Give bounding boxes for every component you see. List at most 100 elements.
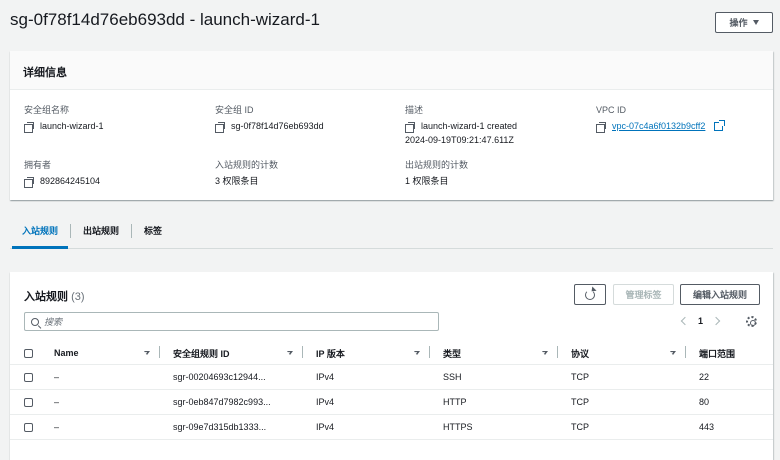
field-label: 安全组 ID — [215, 105, 254, 115]
copy-icon[interactable] — [24, 122, 34, 133]
cell-port: 80 — [699, 389, 773, 415]
col-label: 协议 — [571, 348, 590, 359]
col-divider — [302, 343, 316, 365]
field-label: 安全组名称 — [24, 105, 70, 115]
cell-port: 443 — [699, 414, 773, 440]
row-select-cell — [10, 389, 54, 415]
select-all-checkbox[interactable] — [24, 349, 33, 359]
field-inbound-count: 入站规则的计数 3 权限条目 — [215, 159, 278, 188]
field-sg-id: 安全组 ID sg-0f78f14d76eb693dd — [215, 104, 324, 133]
col-header-type[interactable]: 类型 — [443, 343, 557, 365]
col-label: Name — [54, 348, 79, 359]
cell-spacer — [557, 364, 571, 390]
cell-spacer — [429, 364, 443, 390]
column-divider — [429, 346, 430, 359]
field-sg-name: 安全组名称 launch-wizard-1 — [24, 104, 104, 133]
sort-icon — [670, 351, 676, 356]
col-header-rule-id[interactable]: 安全组规则 ID — [173, 343, 302, 365]
cell-spacer — [685, 414, 699, 440]
cell-spacer — [302, 389, 316, 415]
table-row[interactable]: – sgr-09e7d315db1333... IPv4 HTTPS TCP 4… — [10, 414, 773, 440]
field-value: 1 权限条目 — [405, 176, 449, 186]
actions-label: 操作 — [729, 18, 748, 28]
sort-icon — [414, 351, 420, 356]
col-label: 安全组规则 ID — [173, 348, 230, 359]
cell-spacer — [557, 389, 571, 415]
vpc-id-link[interactable]: vpc-07c4a6f0132b9cff2 — [612, 120, 705, 133]
row-checkbox[interactable] — [24, 372, 33, 382]
cell-name: – — [54, 389, 159, 415]
cell-rule-id: sgr-0eb847d7982c993... — [173, 389, 302, 415]
cell-spacer — [557, 414, 571, 440]
field-value: 3 权限条目 — [215, 176, 259, 186]
rules-table: Name 安全组规则 ID IP 版本 类型 协议 端口范围 – sgr-002… — [10, 343, 773, 440]
field-label: 描述 — [405, 105, 424, 115]
cell-spacer — [429, 389, 443, 415]
col-header-name[interactable]: Name — [54, 343, 159, 365]
field-value: sg-0f78f14d76eb693dd — [231, 121, 324, 131]
col-header-port-range[interactable]: 端口范围 — [699, 343, 773, 365]
tab-inbound-rules[interactable]: 入站规则 — [10, 212, 70, 249]
row-checkbox[interactable] — [24, 397, 33, 407]
table-row[interactable]: – sgr-0eb847d7982c993... IPv4 HTTP TCP 8… — [10, 389, 773, 415]
rules-title: 入站规则 (3) — [24, 288, 85, 304]
row-select-cell — [10, 364, 54, 390]
caret-down-icon — [752, 20, 759, 25]
cell-name: – — [54, 414, 159, 440]
cell-type: HTTP — [443, 389, 557, 415]
tab-bar: 入站规则 出站规则 标签 — [10, 212, 773, 249]
copy-icon[interactable] — [215, 122, 225, 133]
col-divider — [557, 343, 571, 365]
field-label: 出站规则的计数 — [405, 160, 469, 170]
sort-icon — [542, 351, 548, 356]
rules-title-label: 入站规则 — [24, 291, 68, 303]
col-header-ip-version[interactable]: IP 版本 — [316, 343, 429, 365]
cell-spacer — [685, 389, 699, 415]
cell-ip-version: IPv4 — [316, 389, 429, 415]
field-label: VPC ID — [596, 105, 627, 115]
page-number[interactable]: 1 — [698, 316, 703, 326]
tab-tags[interactable]: 标签 — [132, 212, 174, 248]
cell-spacer — [159, 364, 173, 390]
field-description: 描述 launch-wizard-1 created 2024-09-19T09… — [405, 104, 517, 147]
table-row[interactable]: – sgr-00204693c12944... IPv4 SSH TCP 22 — [10, 364, 773, 390]
field-value: launch-wizard-1 — [40, 121, 104, 131]
search-box[interactable] — [24, 312, 439, 331]
field-label: 拥有者 — [24, 160, 52, 170]
rules-count: (3) — [71, 291, 85, 303]
col-header-protocol[interactable]: 协议 — [571, 343, 685, 365]
refresh-icon — [585, 289, 595, 300]
column-divider — [159, 346, 160, 359]
search-input[interactable] — [44, 316, 424, 327]
manage-tags-button[interactable]: 管理标签 — [613, 284, 674, 305]
cell-protocol: TCP — [571, 414, 685, 440]
column-divider — [302, 346, 303, 359]
row-checkbox[interactable] — [24, 422, 33, 432]
gear-icon[interactable] — [746, 316, 757, 327]
pagination: 1 — [680, 316, 721, 326]
col-divider — [685, 343, 699, 365]
copy-icon[interactable] — [596, 122, 606, 133]
external-link-icon[interactable] — [714, 120, 726, 131]
col-divider — [429, 343, 443, 365]
sort-icon — [287, 351, 293, 356]
cell-port: 22 — [699, 364, 773, 390]
tab-outbound-rules[interactable]: 出站规则 — [71, 212, 131, 248]
inbound-rules-panel: 入站规则 (3) 管理标签 编辑入站规则 1 Name 安全组规则 I — [10, 272, 773, 460]
refresh-button[interactable] — [574, 284, 606, 305]
copy-icon[interactable] — [405, 122, 415, 133]
field-value-timestamp: 2024-09-19T09:21:47.611Z — [405, 135, 514, 145]
field-owner: 拥有者 892864245104 — [24, 159, 100, 188]
copy-icon[interactable] — [24, 177, 34, 188]
cell-name: – — [54, 364, 159, 390]
chevron-left-icon[interactable] — [680, 316, 690, 326]
cell-rule-id: sgr-09e7d315db1333... — [173, 414, 302, 440]
cell-spacer — [159, 414, 173, 440]
search-icon — [31, 317, 39, 326]
chevron-right-icon[interactable] — [711, 316, 721, 326]
field-value: launch-wizard-1 created — [421, 121, 518, 131]
edit-inbound-rules-button[interactable]: 编辑入站规则 — [680, 284, 760, 305]
actions-button[interactable]: 操作 — [715, 12, 773, 33]
col-divider — [159, 343, 173, 365]
cell-type: SSH — [443, 364, 557, 390]
